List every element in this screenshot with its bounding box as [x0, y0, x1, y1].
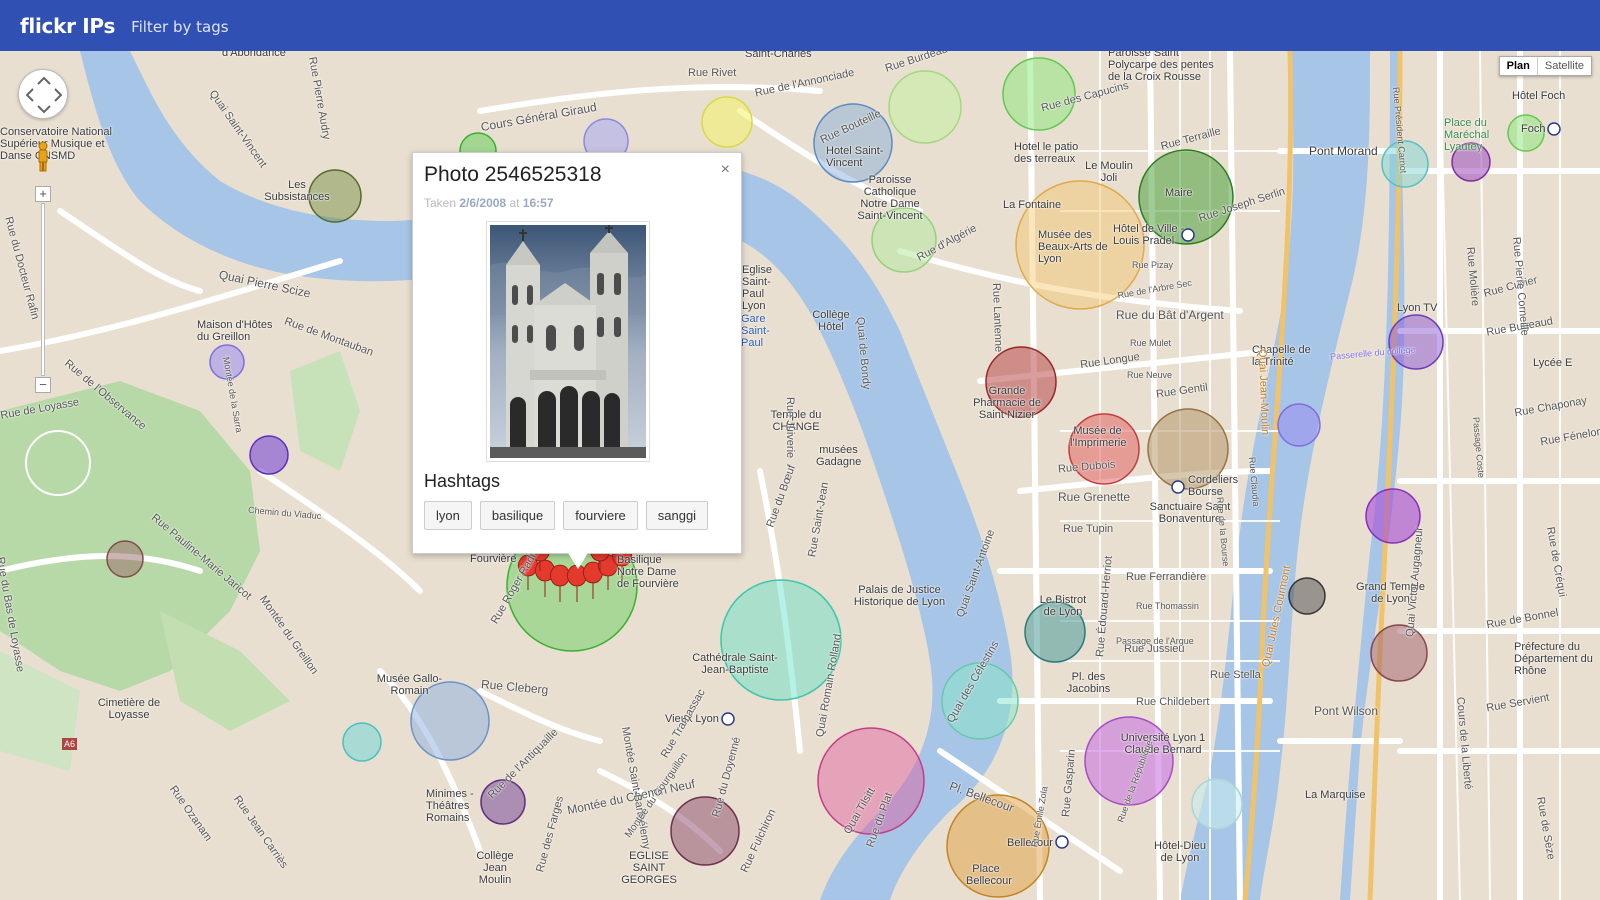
- map-label: Saint-Charles: [745, 51, 812, 60]
- map-label: Paroisse Catholique Notre Dame Saint-Vin…: [857, 174, 923, 222]
- highway-shield: A6: [62, 738, 78, 750]
- map-label: Eglise Saint-Paul Lyon: [742, 264, 772, 312]
- map-label: Hotel le patio des terreaux: [1014, 141, 1079, 165]
- info-window-pointer: [568, 553, 588, 569]
- hashtag-button[interactable]: lyon: [424, 501, 472, 530]
- map-label: Paroisse Saint Polycarpe des pentes de l…: [1108, 51, 1214, 83]
- map-label: Rue Stella: [1210, 669, 1261, 681]
- map-label: Rue Mulet: [1130, 338, 1172, 348]
- map-type-plan-button[interactable]: Plan: [1500, 57, 1538, 75]
- map-label: EGLISE SAINT GEORGES: [621, 850, 677, 886]
- app-brand[interactable]: flickr IPs: [20, 14, 115, 38]
- map-label: Hôtel Foch: [1512, 90, 1566, 102]
- map-label: Rue Lantenne: [990, 282, 1005, 353]
- map-label: Le Moulin Joli: [1085, 160, 1133, 184]
- hashtags-heading: Hashtags: [424, 471, 501, 491]
- hashtag-button[interactable]: sanggi: [645, 501, 709, 530]
- street-view-pegman-icon[interactable]: [36, 141, 50, 173]
- map-label: La Fontaine: [1003, 199, 1062, 211]
- map-label: Lycée E: [1533, 357, 1573, 369]
- map-type-control: Plan Satellite: [1498, 56, 1592, 76]
- map-label: Université Lyon 1 Claude Bernard: [1120, 732, 1206, 756]
- map-label: Conservatoire National Supérieur Musique…: [0, 126, 112, 162]
- pan-control[interactable]: [18, 69, 68, 119]
- map-label: Temple du CHANGE: [770, 409, 822, 433]
- map-label: Cathédrale Saint-Jean-Baptiste: [692, 652, 778, 676]
- map-label: d'Abondance: [222, 51, 286, 59]
- map-label: Gare Saint-Paul: [741, 313, 770, 349]
- map-label: Rue Grenette: [1058, 490, 1131, 504]
- close-icon[interactable]: ×: [721, 161, 730, 179]
- map-label: Préfecture du Département du Rhône: [1514, 641, 1593, 677]
- map-label: Musée Gallo-Romain: [376, 673, 443, 697]
- photo-thumbnail[interactable]: [486, 221, 650, 462]
- map-label: Le Bistrot de Lyon: [1039, 594, 1087, 618]
- hashtag-list: lyon basilique fourviere sanggi: [424, 501, 709, 530]
- map-label: Lyon TV: [1397, 302, 1438, 314]
- map-label: Pl. des Jacobins: [1066, 671, 1111, 695]
- map-label: Musée de l'Imprimerie: [1070, 425, 1127, 449]
- map-label: Maison d'Hôtes du Greillon: [197, 319, 273, 343]
- map-label: Minimes - Théâtres Romains: [426, 788, 474, 824]
- map-label: Hôtel de Ville - Louis Pradel: [1113, 223, 1185, 247]
- map-label: Collège Jean Moulin: [476, 850, 514, 886]
- taken-date: 2/6/2008: [459, 196, 507, 210]
- taken-at: at: [509, 196, 520, 210]
- map-label: Rue Tupin: [1063, 523, 1114, 535]
- map-label: Hotel Saint-Vincent: [826, 145, 884, 169]
- hashtag-button[interactable]: fourviere: [563, 501, 638, 530]
- map-label: Rue Rivet: [688, 67, 737, 79]
- map-label: Basilique Notre Dame de Fourvière: [617, 554, 679, 590]
- filter-by-tags-link[interactable]: Filter by tags: [131, 18, 229, 36]
- pan-arrows-icon: [25, 76, 63, 114]
- map-base-layer: [0, 51, 1600, 900]
- map-label: Maire: [1165, 187, 1193, 199]
- map-label: Rue Childebert: [1136, 696, 1210, 708]
- map-label: Rue Ferrandière: [1126, 571, 1207, 583]
- map-label: Hôtel-Dieu de Lyon: [1154, 840, 1206, 864]
- zoom-out-button[interactable]: −: [35, 377, 51, 393]
- map-label: Place du Maréchal Lyautey: [1444, 117, 1490, 153]
- photo-title: Photo 2546525318: [424, 163, 602, 186]
- map-label: Pont Morand: [1309, 144, 1378, 158]
- map-canvas[interactable]: d'Abondance Saint-Charles Rue Burdeau Pa…: [0, 51, 1600, 900]
- map-label: Rue du Bât d'Argent: [1116, 308, 1224, 322]
- map-label: Cimetière de Loyasse: [97, 697, 161, 721]
- map-label: Musée des Beaux-Arts de Lyon: [1038, 229, 1108, 265]
- taken-prefix: Taken: [424, 196, 457, 210]
- map-label: Les Subsistances: [264, 179, 330, 203]
- hashtag-button[interactable]: basilique: [479, 501, 556, 530]
- map-label: Rue Thomassin: [1136, 601, 1199, 611]
- photo-taken-meta: Taken 2/6/2008 at 16:57: [424, 196, 554, 210]
- map-label: La Marquise: [1305, 789, 1366, 801]
- map-label: musées Gadagne: [816, 444, 862, 468]
- basilica-photo-image: [490, 225, 646, 458]
- zoom-in-button[interactable]: +: [35, 186, 51, 202]
- map-label: Place Bellecour: [966, 863, 1012, 887]
- map-type-satellite-button[interactable]: Satellite: [1538, 57, 1591, 75]
- taken-time: 16:57: [522, 196, 554, 210]
- map-label: Rue Juiverie: [784, 397, 796, 459]
- map-label: Rue Neuve: [1127, 370, 1173, 380]
- zoom-slider[interactable]: [41, 203, 45, 376]
- map-label: Rue Pizay: [1132, 260, 1174, 270]
- map-label: Pont Wilson: [1314, 704, 1379, 718]
- map-label: Fourvière: [470, 553, 517, 565]
- top-navbar: flickr IPs Filter by tags: [0, 0, 1600, 51]
- map-label: Palais de Justice Historique de Lyon: [853, 584, 946, 608]
- photo-info-window: Photo 2546525318 × Taken 2/6/2008 at 16:…: [412, 152, 742, 554]
- map-label: Cordeliers Bourse: [1188, 474, 1239, 498]
- map-label: Grande Pharmacie de Saint Nizier: [973, 385, 1041, 421]
- map-label: Rue Jussieu: [1124, 643, 1185, 655]
- map-label: Collège Hôtel: [812, 309, 850, 333]
- map-label: Foch: [1521, 123, 1546, 135]
